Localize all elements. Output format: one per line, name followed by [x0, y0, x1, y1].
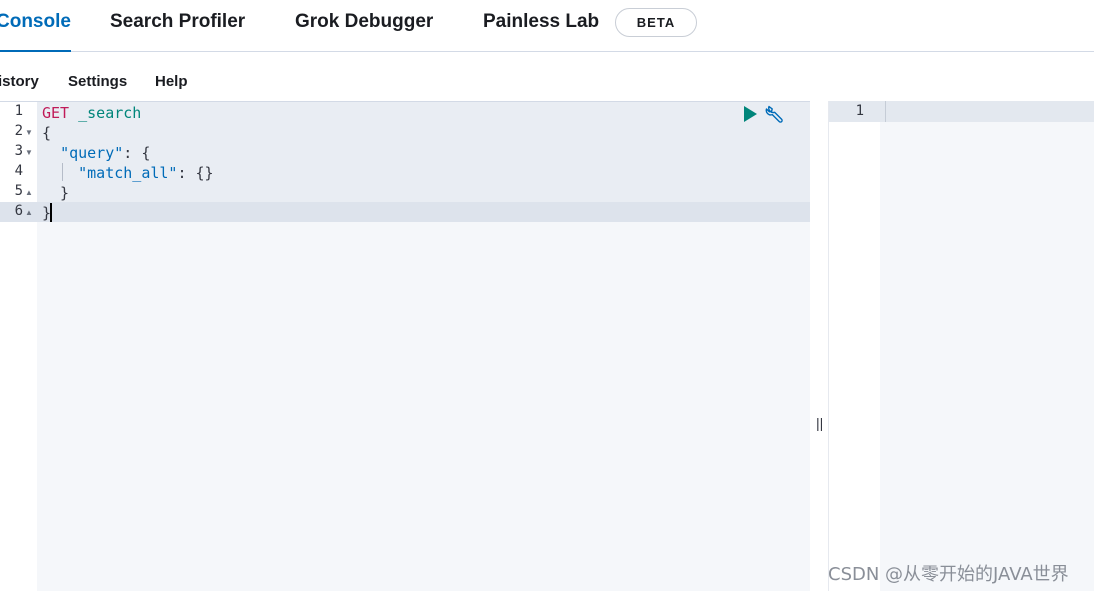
top-tab-bar: Console Search Profiler Grok Debugger Pa…	[0, 0, 1094, 52]
tab-painless-lab[interactable]: Painless Lab	[483, 0, 599, 52]
fold-down-icon[interactable]: ▼	[25, 149, 33, 157]
gutter-line: 6 ▲	[0, 202, 37, 222]
fold-up-icon[interactable]: ▲	[25, 189, 33, 197]
line-number: 6	[14, 203, 23, 219]
json-key-query: "query"	[60, 144, 124, 162]
tab-search-profiler[interactable]: Search Profiler	[110, 0, 245, 52]
menu-settings[interactable]: Settings	[68, 73, 127, 90]
request-editor[interactable]: 1 2 ▼ 3 ▼ 4 5 ▲ 6 ▲ GET _search { "query…	[0, 101, 810, 591]
gutter-line: 3 ▼	[0, 142, 37, 162]
indent-guide	[62, 163, 63, 181]
line-number: 2	[14, 123, 23, 139]
output-gutter	[829, 101, 880, 591]
wrench-icon[interactable]	[765, 103, 785, 123]
kibana-dev-tools: Console Search Profiler Grok Debugger Pa…	[0, 0, 1094, 591]
text-cursor	[50, 203, 52, 222]
gutter-line: 2 ▼	[0, 122, 37, 142]
http-method: GET	[42, 104, 70, 122]
json-punct: : {}	[177, 164, 214, 182]
line-number: 1	[14, 103, 23, 119]
resizer-grip: ||	[816, 415, 824, 431]
request-url: _search	[78, 104, 142, 122]
code-line-3: "query": {	[42, 143, 150, 163]
menu-history[interactable]: istory	[0, 73, 39, 90]
gutter-line: 1	[829, 101, 880, 122]
play-icon[interactable]	[742, 105, 758, 123]
watermark: CSDN @从零开始的JAVA世界	[828, 564, 1069, 585]
active-line-highlight	[0, 202, 810, 222]
fold-down-icon[interactable]: ▼	[25, 129, 33, 137]
code-line-1: GET _search	[42, 103, 141, 123]
gutter-line: 5 ▲	[0, 182, 37, 202]
panel-resizer[interactable]: ||	[810, 101, 829, 591]
line-number: 3	[14, 143, 23, 159]
json-punct: : {	[123, 144, 151, 162]
response-output[interactable]: 1	[829, 101, 1094, 591]
json-key-match-all: "match_all"	[78, 164, 178, 182]
output-cursor-marker	[885, 101, 886, 122]
tab-grok-debugger[interactable]: Grok Debugger	[295, 0, 433, 52]
code-line-2: {	[42, 124, 52, 142]
line-number: 5	[14, 183, 23, 199]
menu-help[interactable]: Help	[155, 73, 188, 90]
code-line-5: }	[42, 184, 70, 202]
beta-badge: BETA	[615, 8, 697, 37]
gutter-line: 4	[0, 162, 37, 182]
line-number: 4	[14, 163, 23, 179]
gutter-line: 1	[0, 102, 37, 122]
console-menu-bar: istory Settings Help	[0, 53, 1094, 101]
fold-up-icon[interactable]: ▲	[25, 209, 33, 217]
code-line-4: "match_all": {}	[42, 163, 214, 183]
tab-console[interactable]: Console	[0, 0, 71, 52]
line-number: 1	[855, 103, 864, 119]
